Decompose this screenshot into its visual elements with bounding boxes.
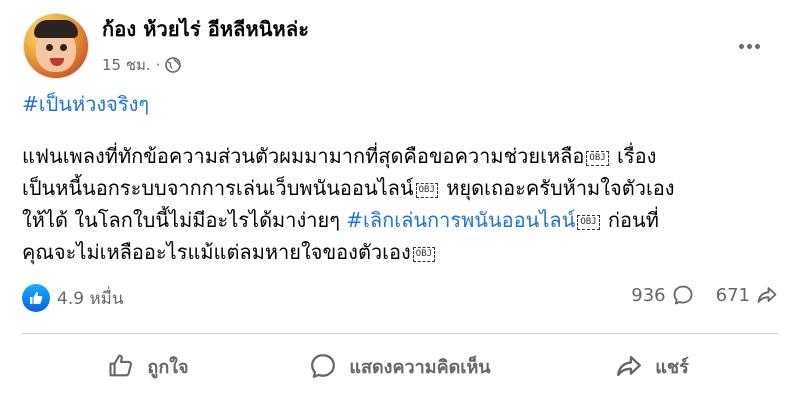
comment-button[interactable]: แสดงความคิดเห็น bbox=[274, 340, 526, 392]
obj-placeholder: OBJ bbox=[577, 215, 600, 230]
like-label: ถูกใจ bbox=[147, 356, 189, 378]
meta-separator: · bbox=[155, 56, 161, 74]
share-arrow-icon bbox=[617, 355, 642, 377]
share-label: แชร์ bbox=[655, 356, 689, 378]
like-button[interactable]: ถูกใจ bbox=[22, 340, 274, 392]
post-body: แฟนเพลงที่ทักข้อความส่วนตัวผมมามากที่สุด… bbox=[22, 140, 772, 268]
post-meta: 15 ชม. · bbox=[102, 53, 182, 77]
more-dot bbox=[754, 43, 760, 49]
body-text: หยุดเถอะครับห้ามใจตัวเอง bbox=[439, 176, 675, 200]
body-text: เป็นหนี้นอกระบบจากการเล่นเว็บพนันออนไลน์ bbox=[22, 176, 414, 200]
body-text: เรื่อง bbox=[610, 144, 657, 168]
body-text: ให้ได้ ในโลกใบนี้ไม่มีอะไรได้มาง่ายๆ bbox=[22, 208, 347, 232]
obj-placeholder: OBJ bbox=[415, 183, 438, 198]
comment-icon bbox=[311, 354, 336, 378]
comment-label: แสดงความคิดเห็น bbox=[349, 356, 491, 378]
reactions-summary[interactable]: 4.9 หมื่น bbox=[22, 284, 123, 312]
share-button[interactable]: แชร์ bbox=[526, 340, 778, 392]
obj-placeholder: OBJ bbox=[586, 151, 609, 166]
avatar-eye bbox=[46, 44, 53, 51]
share-count-value: 671 bbox=[715, 284, 750, 306]
body-text: ก่อนที่ bbox=[601, 208, 659, 232]
action-bar: ถูกใจ แสดงความคิดเห็น แชร์ bbox=[22, 340, 778, 392]
post-time[interactable]: 15 ชม. bbox=[102, 53, 151, 77]
body-line: ให้ได้ ในโลกใบนี้ไม่มีอะไรได้มาง่ายๆ #เล… bbox=[22, 204, 772, 236]
body-line: เป็นหนี้นอกระบบจากการเล่นเว็บพนันออนไลน์… bbox=[22, 172, 772, 204]
globe-icon[interactable] bbox=[165, 57, 182, 73]
comment-icon bbox=[673, 285, 693, 305]
comment-count-value: 936 bbox=[631, 284, 666, 306]
more-dot bbox=[738, 43, 744, 49]
engagement-counts: 936 671 bbox=[631, 284, 778, 306]
hashtag-link[interactable]: #เลิกเล่นการพนันออนไลน์ bbox=[346, 208, 575, 232]
body-line: คุณจะไม่เหลืออะไรแม้แต่ลมหายใจของตัวเอง O… bbox=[22, 236, 772, 268]
author-name[interactable]: ก้อง ห้วยไร่ อีหลีหนิหล่ะ bbox=[102, 13, 309, 45]
avatar-eye bbox=[60, 44, 67, 51]
body-text: คุณจะไม่เหลืออะไรแม้แต่ลมหายใจของตัวเอง bbox=[22, 240, 411, 264]
body-text: แฟนเพลงที่ทักข้อความส่วนตัวผมมามากที่สุด… bbox=[22, 144, 585, 168]
share-arrow-icon bbox=[757, 287, 777, 303]
more-dot bbox=[746, 43, 752, 49]
avatar[interactable] bbox=[23, 13, 89, 79]
body-line: แฟนเพลงที่ทักข้อความส่วนตัวผมมามากที่สุด… bbox=[22, 140, 772, 172]
post-stats: 4.9 หมื่น 936 671 bbox=[22, 284, 778, 314]
avatar-hair bbox=[34, 20, 78, 38]
reactions-count: 4.9 หมื่น bbox=[57, 288, 124, 309]
post-header: ก้อง ห้วยไร่ อีหลีหนิหล่ะ 15 ชม. · bbox=[0, 0, 800, 90]
like-badge-icon bbox=[22, 284, 50, 312]
hashtag-link[interactable]: #เป็นห่วงจริงๆ bbox=[22, 88, 149, 120]
comment-count[interactable]: 936 bbox=[631, 284, 693, 306]
thumbs-up-icon bbox=[109, 354, 133, 377]
divider bbox=[22, 333, 778, 334]
obj-placeholder: OBJ bbox=[412, 247, 436, 262]
share-count[interactable]: 671 bbox=[716, 284, 778, 306]
more-icon[interactable] bbox=[735, 36, 763, 56]
